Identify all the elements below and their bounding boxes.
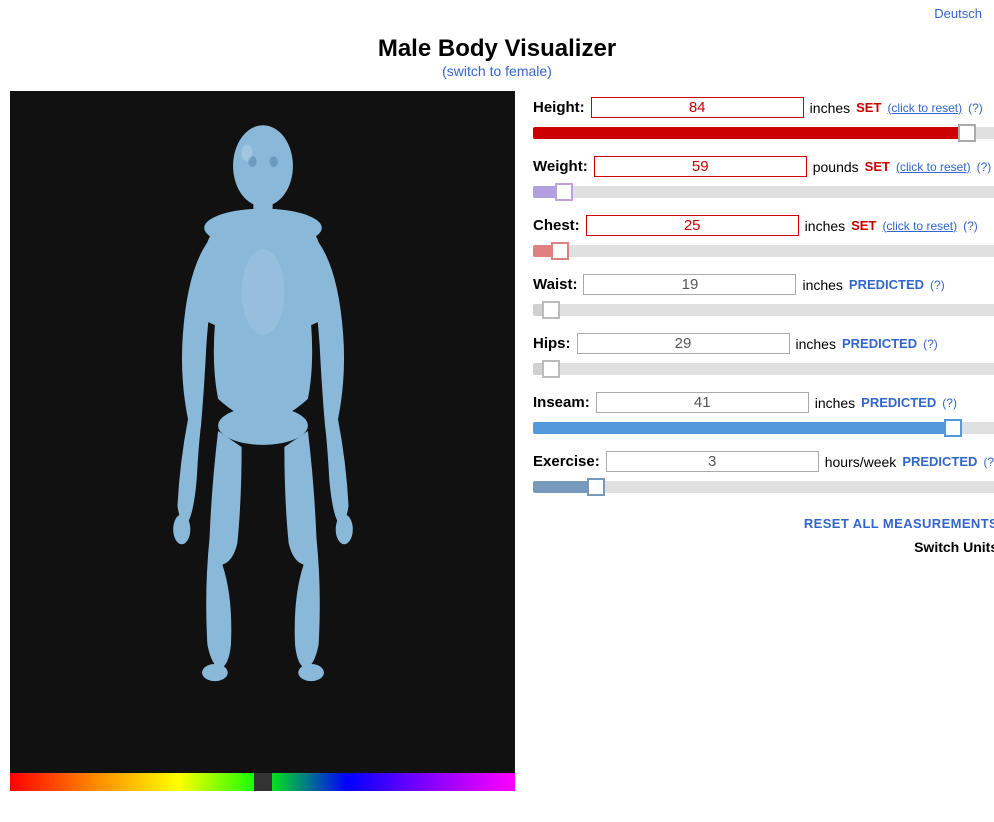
hips-label-row: Hips: inches PREDICTED (?)	[533, 333, 994, 354]
hips-label: Hips:	[533, 335, 571, 352]
chest-unit: inches	[805, 218, 845, 234]
hips-help-link[interactable]: (?)	[923, 337, 938, 351]
exercise-label-row: Exercise: hours/week PREDICTED (?)	[533, 451, 994, 472]
exercise-slider-track	[533, 478, 994, 496]
weight-slider-track	[533, 183, 994, 201]
inseam-slider[interactable]	[533, 422, 994, 434]
waist-slider-track	[533, 301, 994, 319]
weight-status: SET	[865, 159, 890, 174]
weight-unit: pounds	[813, 159, 859, 175]
waist-unit: inches	[802, 277, 842, 293]
inseam-input[interactable]	[596, 392, 809, 413]
inseam-help-link[interactable]: (?)	[942, 396, 957, 410]
height-label-row: Height: inches SET (click to reset) (?)	[533, 97, 994, 118]
exercise-input[interactable]	[606, 451, 819, 472]
waist-label-row: Waist: inches PREDICTED (?)	[533, 274, 994, 295]
chest-slider-track	[533, 242, 994, 260]
waist-status: PREDICTED	[849, 277, 924, 292]
weight-input[interactable]	[594, 156, 807, 177]
inseam-slider-track	[533, 419, 994, 437]
header: Male Body Visualizer (switch to female)	[0, 27, 994, 83]
color-bar-thumb[interactable]	[254, 773, 272, 791]
body-viewer	[10, 91, 515, 791]
chest-input[interactable]	[586, 215, 799, 236]
waist-slider[interactable]	[533, 304, 994, 316]
chest-label-row: Chest: inches SET (click to reset) (?)	[533, 215, 994, 236]
inseam-label: Inseam:	[533, 394, 590, 411]
waist-help-link[interactable]: (?)	[930, 278, 945, 292]
body-figure	[10, 91, 515, 771]
weight-label: Weight:	[533, 158, 588, 175]
inseam-control: Inseam: inches PREDICTED (?)	[533, 392, 994, 437]
language-link[interactable]: Deutsch	[934, 6, 982, 21]
exercise-slider[interactable]	[533, 481, 994, 493]
chest-slider[interactable]	[533, 245, 994, 257]
exercise-status: PREDICTED	[902, 454, 977, 469]
hips-slider[interactable]	[533, 363, 994, 375]
weight-label-row: Weight: pounds SET (click to reset) (?)	[533, 156, 994, 177]
inseam-label-row: Inseam: inches PREDICTED (?)	[533, 392, 994, 413]
hips-input[interactable]	[577, 333, 790, 354]
chest-control: Chest: inches SET (click to reset) (?)	[533, 215, 994, 260]
top-bar: Deutsch	[0, 0, 994, 27]
reset-all-button[interactable]: RESET ALL MEASUREMENTS	[804, 516, 994, 531]
exercise-control: Exercise: hours/week PREDICTED (?)	[533, 451, 994, 496]
height-control: Height: inches SET (click to reset) (?)	[533, 97, 994, 142]
bottom-buttons: RESET ALL MEASUREMENTS Switch Units	[533, 516, 994, 555]
height-slider[interactable]	[533, 127, 994, 139]
height-unit: inches	[810, 100, 850, 116]
height-status: SET	[856, 100, 881, 115]
color-bar	[10, 773, 515, 791]
inseam-unit: inches	[815, 395, 855, 411]
height-label: Height:	[533, 99, 585, 116]
main-layout: Height: inches SET (click to reset) (?) …	[0, 83, 994, 799]
switch-units-button[interactable]: Switch Units	[914, 539, 994, 555]
height-slider-track	[533, 124, 994, 142]
switch-gender-link[interactable]: (switch to female)	[442, 63, 552, 79]
hips-status: PREDICTED	[842, 336, 917, 351]
waist-input[interactable]	[583, 274, 796, 295]
chest-help-link[interactable]: (?)	[963, 219, 978, 233]
exercise-help-link[interactable]: (?)	[983, 455, 994, 469]
height-reset-link[interactable]: (click to reset)	[887, 101, 962, 115]
waist-control: Waist: inches PREDICTED (?)	[533, 274, 994, 319]
hips-slider-track	[533, 360, 994, 378]
waist-label: Waist:	[533, 276, 577, 293]
weight-slider[interactable]	[533, 186, 994, 198]
hips-control: Hips: inches PREDICTED (?)	[533, 333, 994, 378]
body-figure-svg	[123, 121, 403, 741]
page-title: Male Body Visualizer	[0, 35, 994, 63]
chest-reset-link[interactable]: (click to reset)	[882, 219, 957, 233]
exercise-unit: hours/week	[825, 454, 897, 470]
chest-label: Chest:	[533, 217, 580, 234]
hips-unit: inches	[796, 336, 836, 352]
height-input[interactable]	[591, 97, 804, 118]
chest-status: SET	[851, 218, 876, 233]
height-help-link[interactable]: (?)	[968, 101, 983, 115]
weight-help-link[interactable]: (?)	[977, 160, 992, 174]
inseam-status: PREDICTED	[861, 395, 936, 410]
weight-control: Weight: pounds SET (click to reset) (?)	[533, 156, 994, 201]
weight-reset-link[interactable]: (click to reset)	[896, 160, 971, 174]
controls-panel: Height: inches SET (click to reset) (?) …	[525, 91, 994, 791]
exercise-label: Exercise:	[533, 453, 600, 470]
